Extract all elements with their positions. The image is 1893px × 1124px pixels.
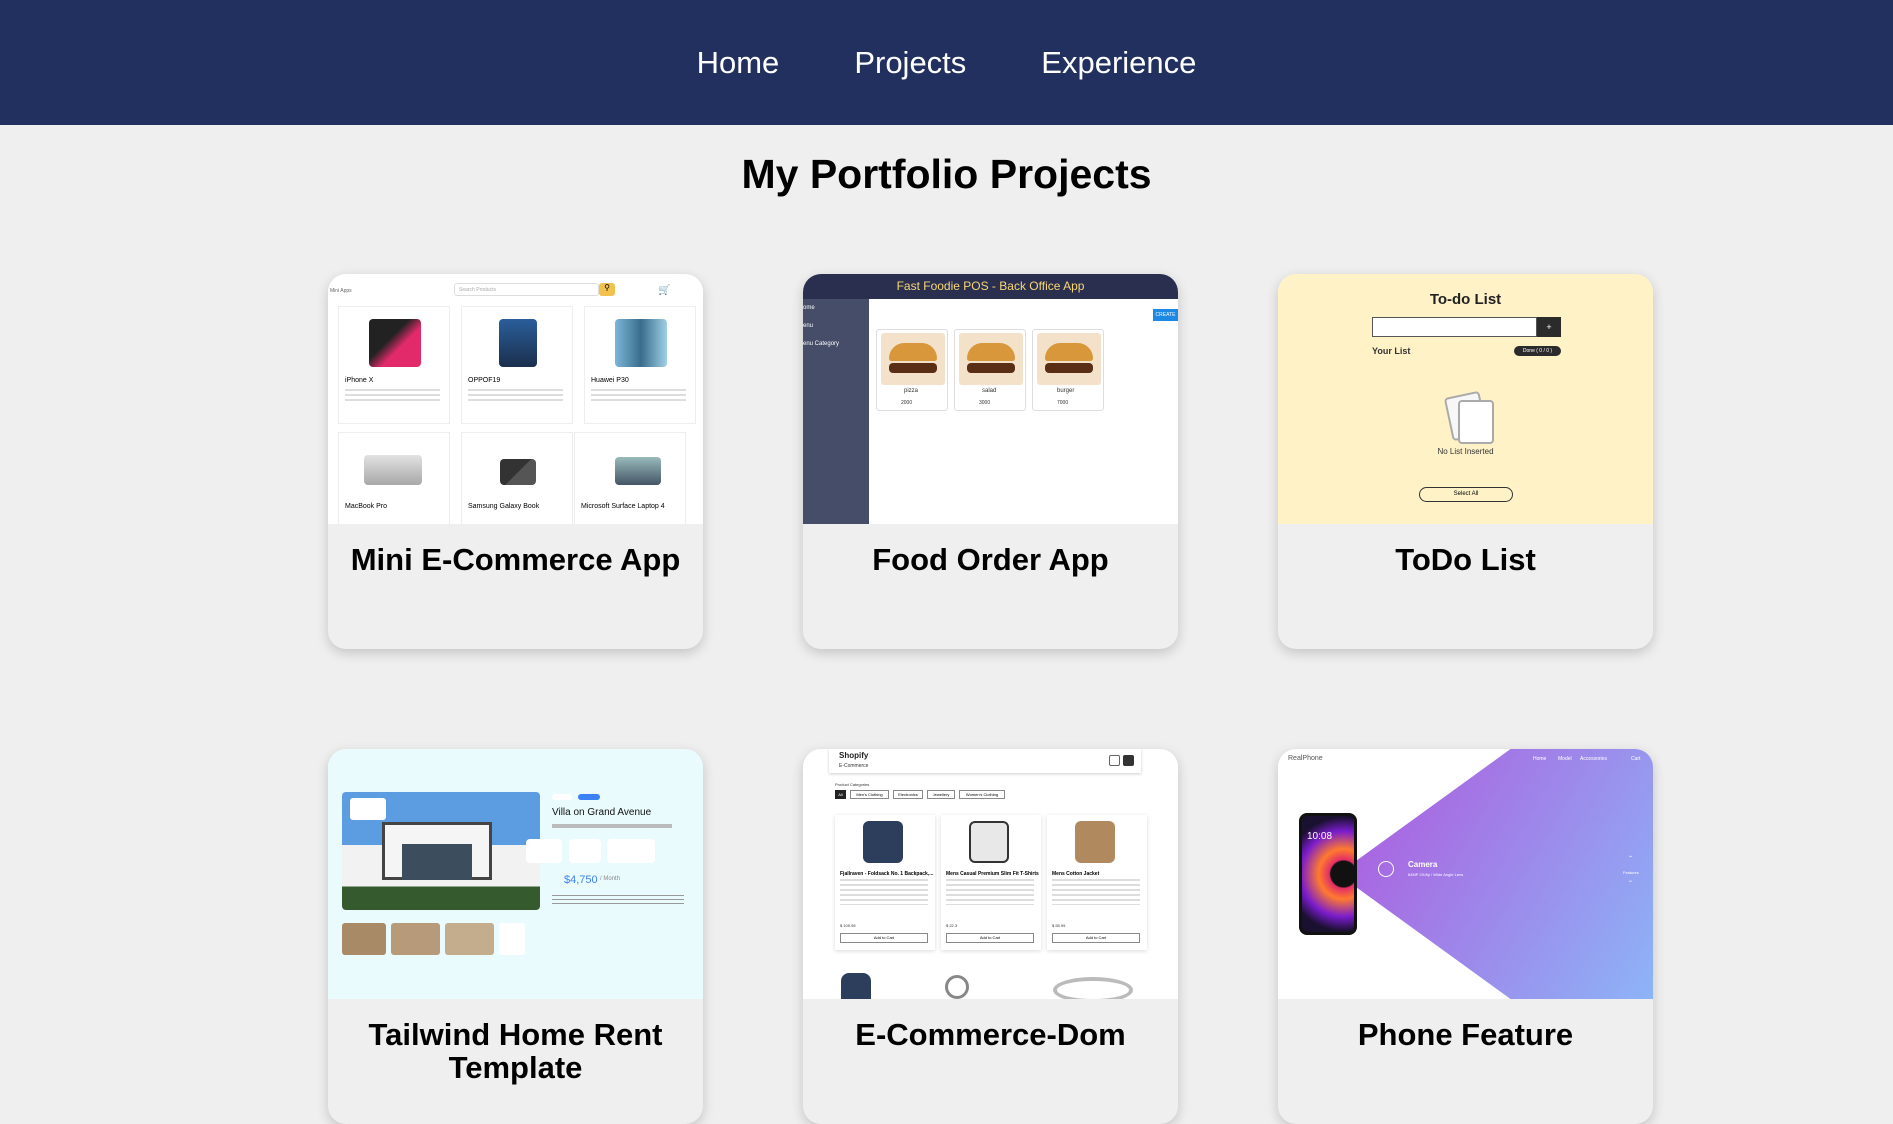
chevron-down-icon: ⌄	[1628, 878, 1634, 884]
nav-experience-link[interactable]: Experience	[1041, 45, 1196, 81]
thumb-gallery-image	[445, 923, 494, 955]
thumb-property-name: Villa on Grand Avenue	[552, 807, 652, 818]
thumb-food-item: burger 7000	[1032, 329, 1104, 411]
thumb-header: Shopify E-Commerce	[829, 749, 1141, 773]
thumb-category-chip: Jewellery	[927, 790, 955, 799]
thumb-product: Mens Casual Premium Slim Fit T-Shirts $ 2…	[941, 815, 1041, 950]
project-thumbnail: Villa on Grand Avenue $4,750 / Month	[328, 749, 703, 999]
thumb-nav-link: Accessories	[1580, 756, 1607, 762]
top-nav: Home Projects Experience	[0, 0, 1893, 125]
thumb-select-all: Select All	[1419, 487, 1513, 502]
thumb-header: Fast Foodie POS - Back Office App	[803, 274, 1178, 299]
thumb-product: iPhone X	[338, 306, 450, 424]
thumb-gallery-more	[499, 923, 525, 955]
thumb-your-list: Your List	[1372, 346, 1411, 356]
thumb-feature-box	[526, 839, 562, 863]
project-title: ToDo List	[1395, 542, 1536, 577]
search-icon: ⚲	[599, 283, 615, 296]
thumb-description	[552, 895, 684, 905]
thumb-house-image	[342, 792, 540, 910]
chevron-up-icon: ⌃	[1628, 856, 1634, 862]
thumb-food-item: pizza 2000	[876, 329, 948, 411]
thumb-product: Fjallraven - Foldsack No. 1 Backpack,...…	[835, 815, 935, 950]
thumb-feature-box	[607, 839, 655, 863]
project-thumbnail: Mini Apps Search Products ⚲ 🛒 iPhone X O…	[328, 274, 703, 524]
thumb-search-input: Search Products	[454, 283, 599, 296]
cart-icon: 🛒	[658, 285, 671, 296]
thumb-product-image	[1053, 977, 1133, 999]
thumb-product-image	[945, 975, 969, 999]
thumb-category-chip: Men's Clothing	[850, 790, 889, 799]
thumb-phone-image: 10:08	[1299, 813, 1357, 935]
thumb-tag	[552, 794, 572, 800]
thumb-category-chip: All	[835, 790, 846, 799]
thumb-price-period: / Month	[600, 876, 621, 882]
thumb-food-item: salad 3000	[954, 329, 1026, 411]
project-thumbnail: RealPhone Home Model Accessories Cart 10…	[1278, 749, 1653, 999]
thumb-create-button: CREATE	[1153, 309, 1178, 321]
project-title: Tailwind Home Rent Template	[368, 1017, 663, 1085]
project-card-todo-list[interactable]: To-do List + Your List Done ( 0 / 0 ) No…	[1278, 274, 1653, 649]
thumb-category-chip: Women's Clothing	[959, 790, 1005, 799]
project-card-food-order[interactable]: Fast Foodie POS - Back Office App ome en…	[803, 274, 1178, 649]
project-card-home-rent[interactable]: Villa on Grand Avenue $4,750 / Month Tai…	[328, 749, 703, 1124]
thumb-product-image	[841, 973, 871, 999]
nav-projects-link[interactable]: Projects	[854, 45, 966, 81]
thumb-empty-text: No List Inserted	[1437, 447, 1494, 456]
thumb-tag	[578, 794, 600, 800]
project-title: E-Commerce-Dom	[855, 1017, 1126, 1052]
thumb-add-button: +	[1537, 317, 1561, 337]
thumb-product: OPPOF19	[461, 306, 573, 424]
thumb-nav-link: Model	[1558, 756, 1572, 762]
thumb-gallery-image	[342, 923, 386, 955]
thumb-product: Huawei P30	[584, 306, 696, 424]
nav-home-link[interactable]: Home	[697, 45, 780, 81]
project-title: Food Order App	[872, 542, 1109, 577]
thumb-product: Mens Cotton Jacket $ 55.99 Add to Cart	[1047, 815, 1147, 950]
clipboard-icon	[1458, 400, 1494, 444]
thumb-product: Samsung Galaxy Book	[461, 432, 573, 524]
project-thumbnail: To-do List + Your List Done ( 0 / 0 ) No…	[1278, 274, 1653, 524]
thumb-sidebar: ome enu enu Category	[803, 299, 869, 524]
project-thumbnail: Shopify E-Commerce Product Categories Al…	[803, 749, 1178, 999]
thumb-todo-title: To-do List	[1429, 291, 1502, 308]
projects-grid: Mini Apps Search Products ⚲ 🛒 iPhone X O…	[328, 274, 1653, 1124]
project-card-mini-ecommerce[interactable]: Mini Apps Search Products ⚲ 🛒 iPhone X O…	[328, 274, 703, 649]
thumb-done-badge: Done ( 0 / 0 )	[1514, 346, 1561, 356]
thumb-gallery-image	[391, 923, 440, 955]
thumb-nav-link: Home	[1533, 756, 1547, 762]
thumb-address	[552, 824, 672, 828]
thumb-product: Microsoft Surface Laptop 4	[574, 432, 686, 524]
thumb-feature-sub: 64MP 2X/8p / Wide Angle Lens	[1408, 872, 1464, 877]
thumb-nav-link: Cart	[1631, 756, 1641, 762]
thumb-feature-title: Camera	[1408, 860, 1438, 869]
project-thumbnail: Fast Foodie POS - Back Office App ome en…	[803, 274, 1178, 524]
project-card-ecommerce-dom[interactable]: Shopify E-Commerce Product Categories Al…	[803, 749, 1178, 1124]
thumb-feature-box	[569, 839, 601, 863]
thumb-price: $4,750	[564, 874, 598, 886]
thumb-product: MacBook Pro	[338, 432, 450, 524]
page-title: My Portfolio Projects	[741, 151, 1152, 197]
thumb-brand: Mini Apps	[330, 288, 352, 294]
project-title: Phone Feature	[1357, 1017, 1574, 1052]
thumb-category-chip: Electronics	[893, 790, 923, 799]
thumb-brand: RealPhone	[1288, 755, 1323, 762]
project-title: Mini E-Commerce App	[350, 542, 681, 577]
thumb-todo-input	[1372, 317, 1537, 337]
project-card-phone-feature[interactable]: RealPhone Home Model Accessories Cart 10…	[1278, 749, 1653, 1124]
thumb-side-label: Features	[1623, 870, 1639, 875]
thumb-categories-label: Product Categories	[835, 782, 870, 787]
camera-icon	[1378, 861, 1394, 877]
